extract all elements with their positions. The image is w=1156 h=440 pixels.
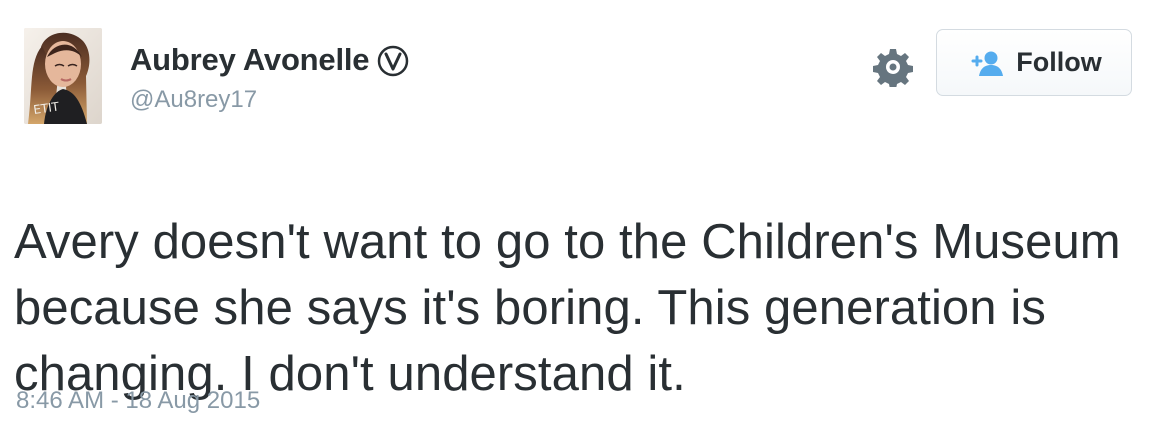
display-name-row: Aubrey Avonelle bbox=[130, 42, 409, 78]
settings-button[interactable] bbox=[872, 46, 914, 88]
avatar[interactable]: ETIT bbox=[24, 28, 102, 124]
tweet-text: Avery doesn't want to go to the Children… bbox=[14, 215, 1121, 401]
follow-button[interactable]: Follow bbox=[936, 29, 1132, 96]
verified-badge-icon bbox=[377, 45, 409, 77]
follow-person-icon bbox=[971, 51, 1004, 76]
tweet-timestamp[interactable]: 8:46 AM - 18 Aug 2015 bbox=[16, 387, 260, 415]
account-info: Aubrey Avonelle @Au8rey17 bbox=[130, 42, 409, 114]
follow-button-label: Follow bbox=[1016, 47, 1102, 77]
display-name[interactable]: Aubrey Avonelle bbox=[130, 42, 370, 78]
tweet-card: ETIT Aubrey Avonelle @Au8rey17 Follow Av… bbox=[0, 0, 1156, 440]
account-handle[interactable]: @Au8rey17 bbox=[130, 86, 409, 114]
gear-icon bbox=[873, 49, 913, 87]
